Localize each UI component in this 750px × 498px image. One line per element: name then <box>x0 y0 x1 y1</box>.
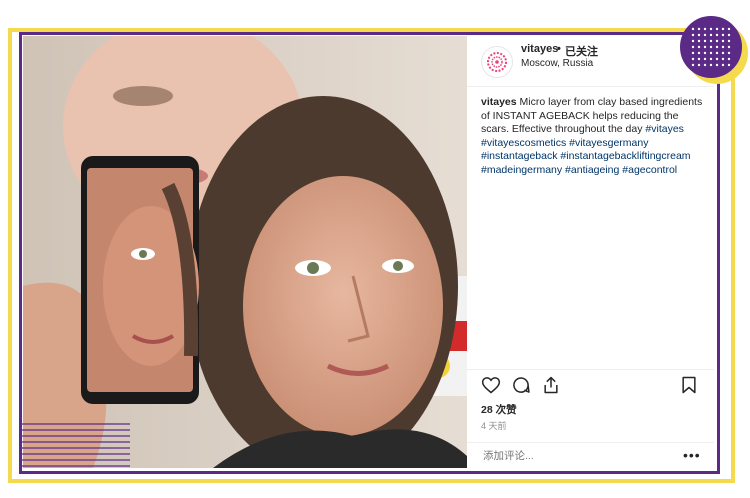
flower-logo-icon <box>487 52 507 72</box>
avatar[interactable] <box>481 46 513 78</box>
post-header: vitayes • 已关注 Moscow, Russia <box>467 36 714 87</box>
decorative-stripes <box>20 423 130 467</box>
caption-username[interactable]: vitayes <box>481 96 517 108</box>
follow-status-button[interactable]: 已关注 <box>565 43 598 59</box>
username-link[interactable]: vitayes <box>521 43 558 55</box>
photo-illustration <box>23 36 467 468</box>
post-side-panel: vitayes • 已关注 Moscow, Russia vitayes Mic… <box>467 36 714 468</box>
separator-dot: • <box>557 43 561 55</box>
dot-pattern-icon <box>691 27 731 67</box>
comment-input[interactable] <box>481 449 665 463</box>
post-photo[interactable] <box>23 36 467 468</box>
comment-icon[interactable] <box>511 375 531 395</box>
heart-icon[interactable] <box>481 375 501 395</box>
more-options-button[interactable]: ••• <box>683 447 701 463</box>
action-bar <box>467 369 714 398</box>
post-time[interactable]: 4 天前 <box>481 419 507 432</box>
comment-row: ••• <box>467 442 714 469</box>
share-icon[interactable] <box>541 375 561 395</box>
location-link[interactable]: Moscow, Russia <box>521 58 593 69</box>
like-count[interactable]: 28 次赞 <box>481 402 517 417</box>
bookmark-icon[interactable] <box>679 375 699 395</box>
decorative-dotted-circle <box>680 16 742 78</box>
post-caption: vitayes Micro layer from clay based ingr… <box>481 96 703 178</box>
